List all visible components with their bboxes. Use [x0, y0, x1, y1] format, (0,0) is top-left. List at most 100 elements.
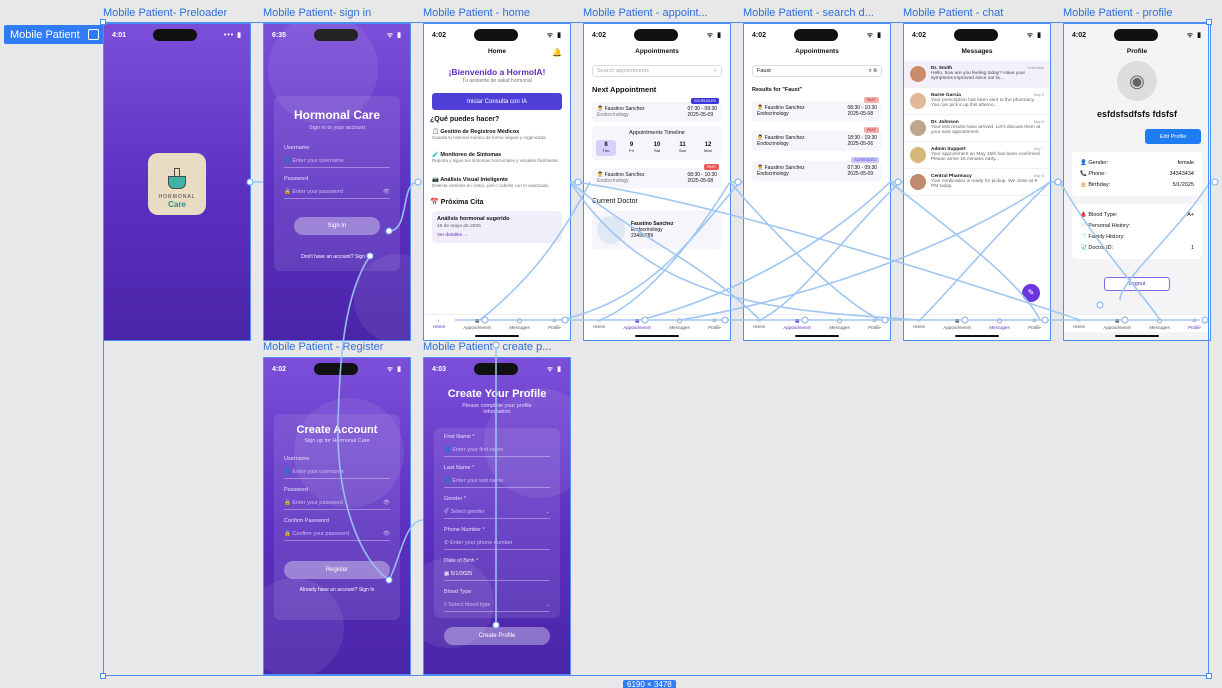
nav-home[interactable]: ⌂ Home [593, 318, 605, 329]
result-card[interactable]: SCHEDULED 👨‍⚕️ Faustino Sanchez Endocrinol… [752, 157, 882, 181]
confirm-input[interactable]: 🔒 Confirm your password 👁 [284, 527, 390, 541]
bell-icon[interactable]: 🔔 [552, 48, 562, 57]
system-icons: ••• ▮ [223, 32, 242, 39]
frame-preloader[interactable]: 4:01 ••• ▮ HORMONAL Care [103, 23, 251, 341]
frame-label-profile[interactable]: Mobile Patient - profile [1063, 7, 1172, 19]
nav-appointments[interactable]: ▦ Appointments [943, 318, 971, 330]
start-consult-button[interactable]: Iniciar Consulta con IA [432, 93, 562, 110]
nav-profile[interactable]: ⚇ Profile [1028, 318, 1041, 330]
nav-appointments[interactable]: ▦ Appointments [623, 318, 651, 330]
gender-select[interactable]: ⚥ Select gender ⌄ [444, 505, 550, 519]
dynamic-island [314, 363, 359, 375]
details-link[interactable]: Ver detalles → [437, 233, 557, 238]
nav-appointments[interactable]: ▦ Appointments [1103, 318, 1131, 330]
design-canvas[interactable]: Mobile Patient Mobile Patient- Preloader… [0, 0, 1222, 688]
nav-messages[interactable]: ◯ Messages [669, 318, 690, 330]
nav-profile[interactable]: ⚇ Profile [868, 318, 881, 330]
frame-search[interactable]: 4:02 ᯤ ▮ Appointments Faust ⌕ ⊗ Results fo… [743, 23, 891, 341]
frame-label-register[interactable]: Mobile Patient - Register [263, 341, 383, 353]
eye-icon[interactable]: 👁 [383, 500, 390, 506]
resize-handle[interactable] [1206, 673, 1212, 679]
frame-chat[interactable]: 4:02 ᯤ ▮ Messages Dr. Smith Yesterday Hello… [903, 23, 1051, 341]
nav-messages[interactable]: ◯ Messages [509, 318, 530, 330]
resize-handle[interactable] [1206, 19, 1212, 25]
feature-item[interactable]: 📷 Análisis Visual Inteligente Detecta cam… [432, 169, 562, 188]
frame-label-createprofile[interactable]: Mobile Patient - create p... [423, 341, 551, 353]
nav-appointments[interactable]: ▦ Appointments [463, 318, 491, 330]
feature-item[interactable]: 🧪 Monitoreo de Síntomas Reporta y sigue t… [432, 146, 562, 163]
next-appointment-heading: Next Appointment [592, 85, 657, 94]
username-input[interactable]: 👤 Enter your username [284, 154, 390, 168]
nav-home[interactable]: ⌂ Home [913, 318, 925, 329]
frame-signin[interactable]: 6:35 ᯤ ▮ Hormonal Care Sign in to your ac… [263, 23, 411, 341]
nav-label: Appointments [623, 324, 651, 330]
day-chip[interactable]: 10 Sat [647, 140, 667, 156]
signup-link[interactable]: Don't have an account? Sign Up [264, 254, 410, 260]
next-appt-card[interactable]: Análisis hormonal sugerido 15 de mayo de… [432, 211, 562, 243]
password-input[interactable]: 🔒 Enter your password 👁 [284, 185, 390, 199]
blood-select[interactable]: ◊ Select blood type ⌄ [444, 598, 550, 612]
signin-link[interactable]: Already have an account? Sign In [284, 587, 390, 593]
frame-home[interactable]: 4:02 ᯤ ▮ Home 🔔 ¡Bienvenido a HormoIA! Tu… [423, 23, 571, 341]
nav-messages[interactable]: ◯ Messages [829, 318, 850, 330]
feature-item[interactable]: 📋 Gestión de Registros Médicos Guarda tu … [432, 129, 562, 140]
status-time: 4:03 [432, 365, 447, 373]
edit-profile-button[interactable]: Edit Profile [1145, 129, 1201, 144]
nav-messages[interactable]: ◯ Messages [989, 318, 1010, 330]
frame-register[interactable]: 4:02 ᯤ ▮ Create Account Sign up for Hormo… [263, 357, 411, 675]
frame-label-home[interactable]: Mobile Patient - home [423, 7, 530, 19]
resize-handle[interactable] [100, 673, 106, 679]
frame-label-search[interactable]: Mobile Patient - search d... [743, 7, 874, 19]
nav-profile[interactable]: ⚇ Profile [708, 318, 721, 330]
message-item[interactable]: Admin Support May 7 Your appointment on Ma… [904, 142, 1050, 169]
frame-appointments[interactable]: 4:02 ᯤ ▮ Appointments Search appointments… [583, 23, 731, 341]
day-name: Mon [704, 148, 712, 153]
current-doctor-card[interactable]: Faustino Sanchez Endocrinology 23456789 [592, 211, 722, 249]
search-input[interactable]: Faust ⌕ ⊗ [752, 65, 882, 77]
nav-label: Messages [989, 324, 1010, 330]
day-chip[interactable]: 9 Fri [622, 140, 642, 156]
message-item[interactable]: Dr. Smith Yesterday Hello, how are you fee… [904, 61, 1050, 88]
frame-label-appointments[interactable]: Mobile Patient - appoint... [583, 7, 708, 19]
register-button[interactable]: Register [284, 561, 390, 579]
nav-home[interactable]: ⌂ Home [1073, 318, 1085, 329]
nav-appointments[interactable]: ▦ Appointments [783, 318, 811, 330]
appointment-card[interactable]: PAST 👨‍⚕️ Faustino Sanchez Endocrinology … [592, 164, 722, 188]
nav-messages[interactable]: ◯ Messages [1149, 318, 1170, 330]
section-tag[interactable]: Mobile Patient [4, 25, 105, 44]
appointment-card[interactable]: SCHEDULED 👨‍⚕️ Faustino Sanchez Endocrino… [592, 98, 722, 122]
search-input[interactable]: Search appointments ⌕ [592, 65, 722, 77]
day-chip[interactable]: 11 Sun [673, 140, 693, 156]
frame-label-chat[interactable]: Mobile Patient - chat [903, 7, 1003, 19]
frame-createprofile[interactable]: 4:03 ᯤ ▮ Create Your Profile Please compl… [423, 357, 571, 675]
frame-label-signin[interactable]: Mobile Patient- sign in [263, 7, 371, 19]
dob-input[interactable]: ▦ 5/1/2025 [444, 567, 550, 581]
nav-label: Messages [669, 324, 690, 330]
resize-handle[interactable] [100, 19, 106, 25]
message-item[interactable]: Dr. Johnson May 8 Your test results have a… [904, 115, 1050, 142]
result-card[interactable]: PAST 👨‍⚕️ Faustino Sanchez Endocrinology 18… [752, 127, 882, 151]
day-chip[interactable]: 12 Mon [698, 140, 718, 156]
person-icon: ⚇ [872, 317, 877, 323]
password-input[interactable]: 🔒 Enter your password 👁 [284, 496, 390, 510]
day-chip[interactable]: 8 Thu [596, 140, 616, 156]
last-name-input[interactable]: 👤 Enter your last name [444, 474, 550, 488]
frame-profile[interactable]: 4:02 ᯤ ▮ Profile ◉ esfdsfsdfsfs fdsfsf Ed… [1063, 23, 1211, 341]
compose-button[interactable]: ✎ [1022, 284, 1040, 302]
result-card[interactable]: PAST 👨‍⚕️ Faustino Sanchez Endocrinology 08… [752, 97, 882, 121]
create-profile-button[interactable]: Create Profile [444, 627, 550, 645]
phone-input[interactable]: ✆ Enter your phone number [444, 536, 550, 550]
signin-button[interactable]: Sign In [294, 217, 380, 235]
nav-home[interactable]: ⌂ Home [433, 318, 445, 329]
logout-button[interactable]: Logout [1104, 277, 1170, 291]
eye-icon[interactable]: 👁 [383, 531, 390, 537]
nav-profile[interactable]: ⚇ Profile [548, 318, 561, 330]
message-item[interactable]: Central Pharmacy May 6 Your medication is … [904, 169, 1050, 196]
message-item[interactable]: Nurse Garcia May 9 Your prescription has b… [904, 88, 1050, 115]
nav-home[interactable]: ⌂ Home [753, 318, 765, 329]
first-name-input[interactable]: 👤 Enter your first name [444, 443, 550, 457]
frame-label-preloader[interactable]: Mobile Patient- Preloader [103, 7, 227, 19]
username-input[interactable]: 👤 Enter your username [284, 465, 390, 479]
nav-profile[interactable]: ⚇ Profile [1188, 318, 1201, 330]
eye-icon[interactable]: 👁 [383, 189, 390, 195]
